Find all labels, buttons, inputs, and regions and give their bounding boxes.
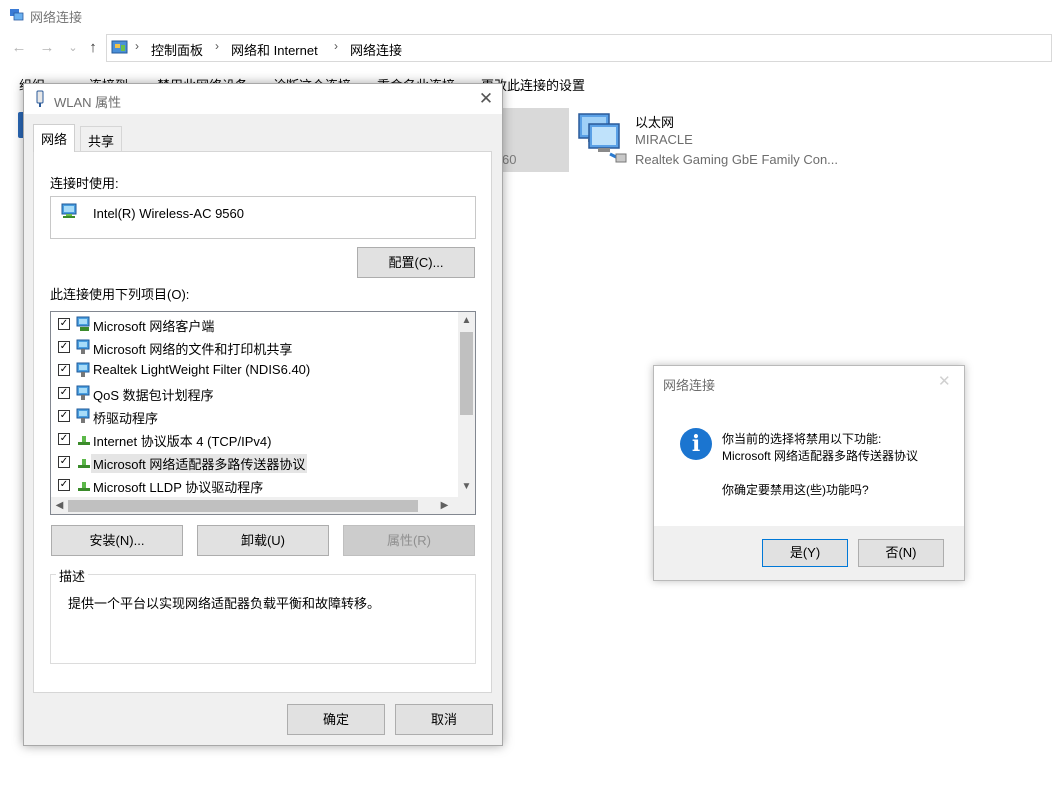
address-bar[interactable]: › 控制面板 › 网络和 Internet › 网络连接 [106, 34, 1052, 62]
breadcrumb-separator: › [135, 39, 139, 53]
list-item[interactable]: ✓ Internet 协议版本 4 (TCP/IPv4) [51, 428, 455, 450]
close-icon[interactable]: ✕ [472, 87, 500, 111]
item-checkbox[interactable]: ✓ [58, 387, 70, 399]
breadcrumb-network-internet[interactable]: 网络和 Internet [231, 40, 318, 59]
dialog-title: WLAN 属性 [54, 95, 122, 110]
scroll-right-icon[interactable]: ▶ [436, 497, 453, 514]
network-connections-app-icon [10, 9, 24, 21]
up-arrow-icon[interactable]: ↑ [84, 38, 102, 58]
protocol-icon [78, 436, 90, 445]
network-service-icon [76, 408, 90, 423]
confirm-question: 你确定要禁用这(些)功能吗? [722, 483, 869, 497]
list-item[interactable]: ✓ Microsoft LLDP 协议驱动程序 [51, 474, 455, 496]
tab-networking[interactable]: 网络 [33, 124, 76, 152]
ethernet-connection-tile[interactable]: 以太网 MIRACLE Realtek Gaming GbE Family Co… [574, 108, 864, 172]
network-service-icon [76, 362, 90, 377]
list-item[interactable]: ✓ Microsoft 网络的文件和打印机共享 [51, 336, 455, 358]
yes-button[interactable]: 是(Y) [762, 539, 848, 567]
list-item[interactable]: ✓ QoS 数据包计划程序 [51, 382, 455, 404]
wlan-properties-dialog: WLAN 属性 ✕ 网络 共享 连接时使用: Intel(R) Wireless… [23, 83, 503, 746]
item-checkbox[interactable]: ✓ [58, 341, 70, 353]
item-checkbox[interactable]: ✓ [58, 479, 70, 491]
list-item[interactable]: ✓ Microsoft 网络客户端 [51, 313, 455, 335]
item-label: Microsoft LLDP 协议驱动程序 [93, 480, 264, 495]
item-label: Microsoft 网络客户端 [93, 319, 215, 334]
horizontal-scroll-thumb[interactable] [68, 500, 418, 512]
ok-button[interactable]: 确定 [287, 704, 385, 735]
list-item[interactable]: ✓ Realtek LightWeight Filter (NDIS6.40) [51, 359, 455, 381]
item-label: Realtek LightWeight Filter (NDIS6.40) [93, 362, 311, 377]
network-client-icon [76, 316, 90, 331]
uninstall-button[interactable]: 卸载(U) [197, 525, 329, 556]
cancel-button[interactable]: 取消 [395, 704, 493, 735]
network-adapter-icon [61, 203, 77, 218]
confirm-dialog-title: 网络连接 [663, 378, 716, 393]
item-checkbox[interactable]: ✓ [58, 456, 70, 468]
ethernet-device-name: Realtek Gaming GbE Family Con... [635, 152, 839, 167]
adapter-field: Intel(R) Wireless-AC 9560 [50, 196, 476, 239]
item-label: 桥驱动程序 [93, 411, 159, 426]
confirm-button-bar: 是(Y) 否(N) [654, 526, 964, 580]
item-label: Internet 协议版本 4 (TCP/IPv4) [93, 434, 272, 449]
scroll-up-icon[interactable]: ▲ [458, 312, 475, 329]
control-panel-icon [111, 40, 128, 54]
close-icon[interactable]: ✕ [938, 372, 951, 390]
install-button[interactable]: 安装(N)... [51, 525, 183, 556]
properties-button[interactable]: 属性(R) [343, 525, 475, 556]
vertical-scroll-thumb[interactable] [460, 332, 473, 415]
item-checkbox[interactable]: ✓ [58, 364, 70, 376]
breadcrumb-separator: › [215, 39, 219, 53]
item-label: Microsoft 网络的文件和打印机共享 [93, 342, 293, 357]
description-text: 提供一个平台以实现网络适配器负载平衡和故障转移。 [68, 596, 381, 611]
selected-connection-device-fragment: 60 [502, 152, 517, 167]
item-label: QoS 数据包计划程序 [93, 388, 214, 403]
forward-arrow-icon[interactable]: → [38, 38, 56, 58]
confirm-message-line1: 你当前的选择将禁用以下功能: [722, 432, 882, 446]
breadcrumb-separator: › [334, 39, 338, 53]
network-service-icon [76, 385, 90, 400]
item-label: Microsoft 网络适配器多路传送器协议 [91, 454, 308, 473]
items-label: 此连接使用下列项目(O): [50, 287, 190, 302]
breadcrumb-network-connections[interactable]: 网络连接 [350, 40, 402, 59]
wireless-adapter-icon [36, 90, 44, 107]
protocol-icon [78, 482, 90, 491]
description-label: 描述 [56, 566, 89, 585]
confirm-disable-dialog: 网络连接 ✕ i 你当前的选择将禁用以下功能: Microsoft 网络适配器多… [653, 365, 965, 581]
scroll-left-icon[interactable]: ◀ [51, 497, 68, 514]
info-icon: i [680, 428, 712, 460]
list-item[interactable]: ✓ 桥驱动程序 [51, 405, 455, 427]
recent-locations-chevron-icon[interactable]: ⌄ [64, 38, 82, 58]
ethernet-network-name: MIRACLE [635, 132, 693, 147]
item-checkbox[interactable]: ✓ [58, 318, 70, 330]
explorer-titlebar: 网络连接 [0, 0, 1052, 32]
scroll-down-icon[interactable]: ▼ [458, 478, 475, 495]
network-service-icon [76, 339, 90, 354]
vertical-scrollbar[interactable]: ▲ ▼ [458, 312, 475, 497]
window-title: 网络连接 [30, 10, 83, 25]
dialog-titlebar[interactable]: WLAN 属性 ✕ [24, 84, 502, 114]
protocol-icon [78, 459, 90, 468]
connection-items-list[interactable]: ✓ Microsoft 网络客户端 ✓ Microsoft 网络的文件和打印机共… [50, 311, 476, 515]
ethernet-name: 以太网 [635, 115, 675, 130]
adapter-name: Intel(R) Wireless-AC 9560 [93, 206, 244, 221]
breadcrumb-control-panel[interactable]: 控制面板 [151, 40, 203, 59]
configure-button[interactable]: 配置(C)... [357, 247, 475, 278]
item-checkbox[interactable]: ✓ [58, 410, 70, 422]
back-arrow-icon[interactable]: ← [10, 38, 28, 58]
connect-using-label: 连接时使用: [50, 176, 119, 191]
no-button[interactable]: 否(N) [858, 539, 944, 567]
list-item-selected[interactable]: ✓ Microsoft 网络适配器多路传送器协议 [51, 451, 455, 473]
tab-sharing[interactable]: 共享 [80, 126, 123, 152]
confirm-message-line2: Microsoft 网络适配器多路传送器协议 [722, 449, 919, 463]
description-group [50, 574, 476, 664]
ethernet-adapter-icon [578, 113, 627, 163]
horizontal-scrollbar[interactable]: ◀ ▶ [51, 497, 475, 514]
item-checkbox[interactable]: ✓ [58, 433, 70, 445]
